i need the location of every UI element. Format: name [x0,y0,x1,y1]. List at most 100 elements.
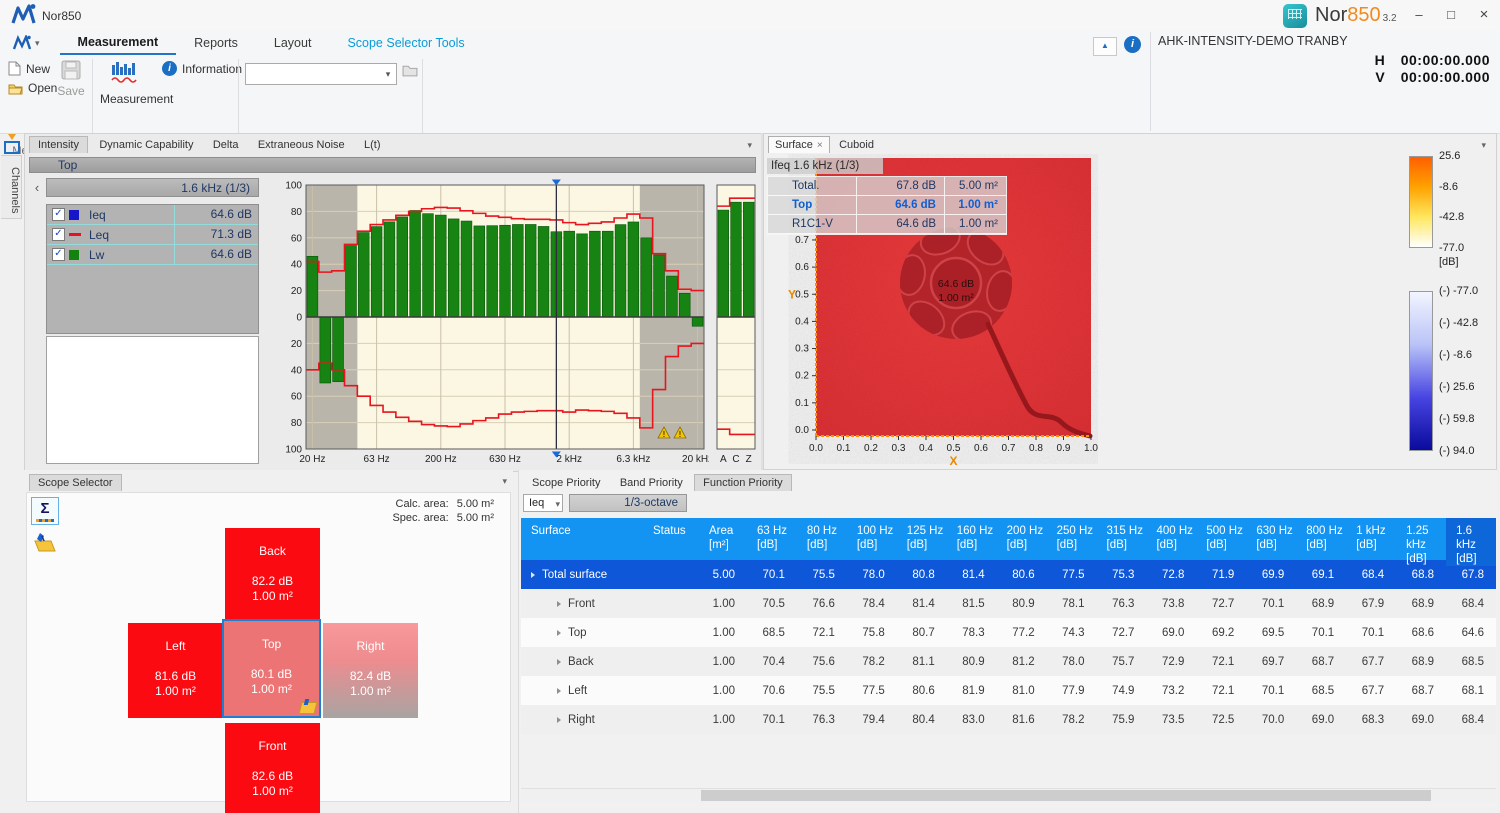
bandwidth-selector[interactable]: 1/3-octave [569,494,687,512]
app-menu-button[interactable]: ▾ [12,35,40,51]
column-header[interactable]: 80 Hz[dB] [797,518,847,566]
minimize-button[interactable]: – [1405,4,1433,26]
overlay-row-total[interactable]: Total. 67.8 dB 5.00 m² [768,177,1006,196]
column-header[interactable]: 315 Hz[dB] [1097,518,1147,566]
row-value: 76.3 [1097,598,1147,610]
temporal-variability-combo[interactable]: ▾ [245,63,397,85]
brand-prefix: Nor [1315,4,1347,26]
function-dropdown[interactable]: Ieq▾ [523,494,563,512]
spectrum-chart[interactable]: !!1008060402002040608010020 Hz63 Hz200 H… [266,179,709,464]
function-row-leq[interactable]: ✓Leq71.3 dB [47,225,258,245]
function-row-ieq[interactable]: ✓Ieq64.6 dB [47,205,258,225]
column-header[interactable]: 63 Hz[dB] [747,518,797,566]
tab-delta[interactable]: Delta [205,137,247,153]
svg-text:0.2: 0.2 [864,443,878,454]
expand-caret-icon[interactable] [557,659,561,665]
expand-caret-icon[interactable] [531,572,535,578]
acz-chart[interactable]: ACZ [713,179,759,464]
ribbon-tab-reports[interactable]: Reports [176,32,256,54]
table-row-left[interactable]: Left1.0070.675.577.580.681.981.077.974.9… [521,676,1496,705]
panel-chevron-icon[interactable]: ▾ [747,140,752,151]
column-header[interactable]: 160 Hz[dB] [947,518,997,566]
column-header[interactable]: 1.25 kHz[dB] [1396,518,1446,566]
ribbon-tab-measurement[interactable]: Measurement [60,31,177,55]
expand-caret-icon[interactable] [557,601,561,607]
scope-face-top[interactable]: Top80.1 dB1.00 m² [224,621,319,716]
row-value: 80.6 [897,685,947,697]
function-checkbox[interactable]: ✓ [52,248,65,261]
column-header[interactable]: 800 Hz[dB] [1296,518,1346,566]
timer-v-value: 00:00:00.000 [1401,69,1490,86]
column-header[interactable]: Surface [521,518,643,566]
save-button[interactable]: Save [53,59,89,117]
tab-band-priority[interactable]: Band Priority [612,475,691,491]
restore-button[interactable]: □ [1437,4,1465,26]
table-row-front[interactable]: Front1.0070.576.678.481.481.580.978.176.… [521,589,1496,618]
ribbon-collapse-button[interactable]: ▲ [1093,37,1117,56]
help-info-button[interactable]: i [1124,36,1141,53]
face-db: 82.4 dB [323,669,418,683]
information-button[interactable]: i Information [162,61,242,76]
ribbon-tab-scope-selector-tools[interactable]: Scope Selector Tools [329,32,482,54]
scrollbar-thumb[interactable] [701,790,1431,801]
column-header[interactable]: 400 Hz[dB] [1146,518,1196,566]
tab-surface[interactable]: Surface× [768,136,830,153]
row-value: 73.5 [1146,714,1196,726]
expand-caret-icon[interactable] [557,717,561,723]
new-button[interactable]: New [8,61,50,76]
tab-dynamic-capability[interactable]: Dynamic Capability [91,137,201,153]
tab-intensity[interactable]: Intensity [29,136,88,153]
scope-face-left[interactable]: Left81.6 dB1.00 m² [128,623,223,718]
tab-cuboid[interactable]: Cuboid [833,137,880,153]
column-header[interactable]: 1.6 kHz[dB] [1446,518,1496,566]
expand-caret-icon[interactable] [557,688,561,694]
scope-face-right[interactable]: Right82.4 dB1.00 m² [323,623,418,718]
measurement-setup-button[interactable]: Measurement [100,59,148,117]
open-button[interactable]: Open [8,81,57,95]
horizontal-scrollbar[interactable] [521,788,1496,802]
scope-face-back[interactable]: Back82.2 dB1.00 m² [225,528,320,623]
tab-scope-priority[interactable]: Scope Priority [524,475,608,491]
table-row-right[interactable]: Right1.0070.176.379.480.483.081.678.275.… [521,705,1496,734]
tab-function-priority[interactable]: Function Priority [694,474,791,491]
panel-chevron-icon[interactable]: ▾ [502,476,507,487]
function-checkbox[interactable]: ✓ [52,208,65,221]
band-header[interactable]: 1.6 kHz (1/3) [46,178,259,197]
table-row-top[interactable]: Top1.0068.572.175.880.778.377.274.372.76… [521,618,1496,647]
scope-selector-tab[interactable]: Scope Selector [29,474,122,491]
ribbon-tab-layout[interactable]: Layout [256,32,330,54]
overlay-row-top[interactable]: Top 64.6 dB 1.00 m² [768,196,1006,215]
column-header[interactable]: 200 Hz[dB] [997,518,1047,566]
function-checkbox[interactable]: ✓ [52,228,65,241]
column-header[interactable]: 630 Hz[dB] [1246,518,1296,566]
close-tab-icon[interactable]: × [817,140,823,151]
overlay-row-r1c1v[interactable]: R1C1-V 64.6 dB 1.00 m² [768,215,1006,234]
scope-face-front[interactable]: Front82.6 dB1.00 m² [225,723,320,813]
column-header[interactable]: 250 Hz[dB] [1047,518,1097,566]
column-header[interactable]: 500 Hz[dB] [1196,518,1246,566]
column-header[interactable]: 1 kHz[dB] [1346,518,1396,566]
expand-caret-icon[interactable] [557,630,561,636]
face-db: 82.2 dB [225,574,320,588]
tab-lt[interactable]: L(t) [356,137,389,153]
column-header[interactable]: Status [643,518,699,566]
row-value: 69.1 [1296,569,1346,581]
browse-folder-button[interactable] [402,63,418,77]
panel-chevron-icon[interactable]: ▾ [1481,140,1486,151]
function-dropdown-value: Ieq [529,497,544,509]
svg-text:0.4: 0.4 [795,316,809,327]
tab-extraneous-noise[interactable]: Extraneous Noise [250,137,353,153]
row-value: 67.8 [1446,569,1496,581]
scale-tick-label: (-) 59.8 [1439,413,1474,425]
table-row-back[interactable]: Back1.0070.475.678.281.180.981.278.075.7… [521,647,1496,676]
collapse-left-button[interactable]: ‹ [31,179,43,197]
channels-tab[interactable]: Channels [1,155,22,219]
channels-icon[interactable] [2,135,20,151]
column-header[interactable]: 100 Hz[dB] [847,518,897,566]
close-button[interactable]: × [1470,4,1498,26]
column-header[interactable]: Area[m²] [699,518,747,566]
column-header[interactable]: 125 Hz[dB] [897,518,947,566]
scale-tick-label: -42.8 [1439,211,1464,223]
function-row-lw[interactable]: ✓Lw64.6 dB [47,245,258,265]
project-name: AHK-INTENSITY-DEMO TRANBY [1158,34,1348,48]
